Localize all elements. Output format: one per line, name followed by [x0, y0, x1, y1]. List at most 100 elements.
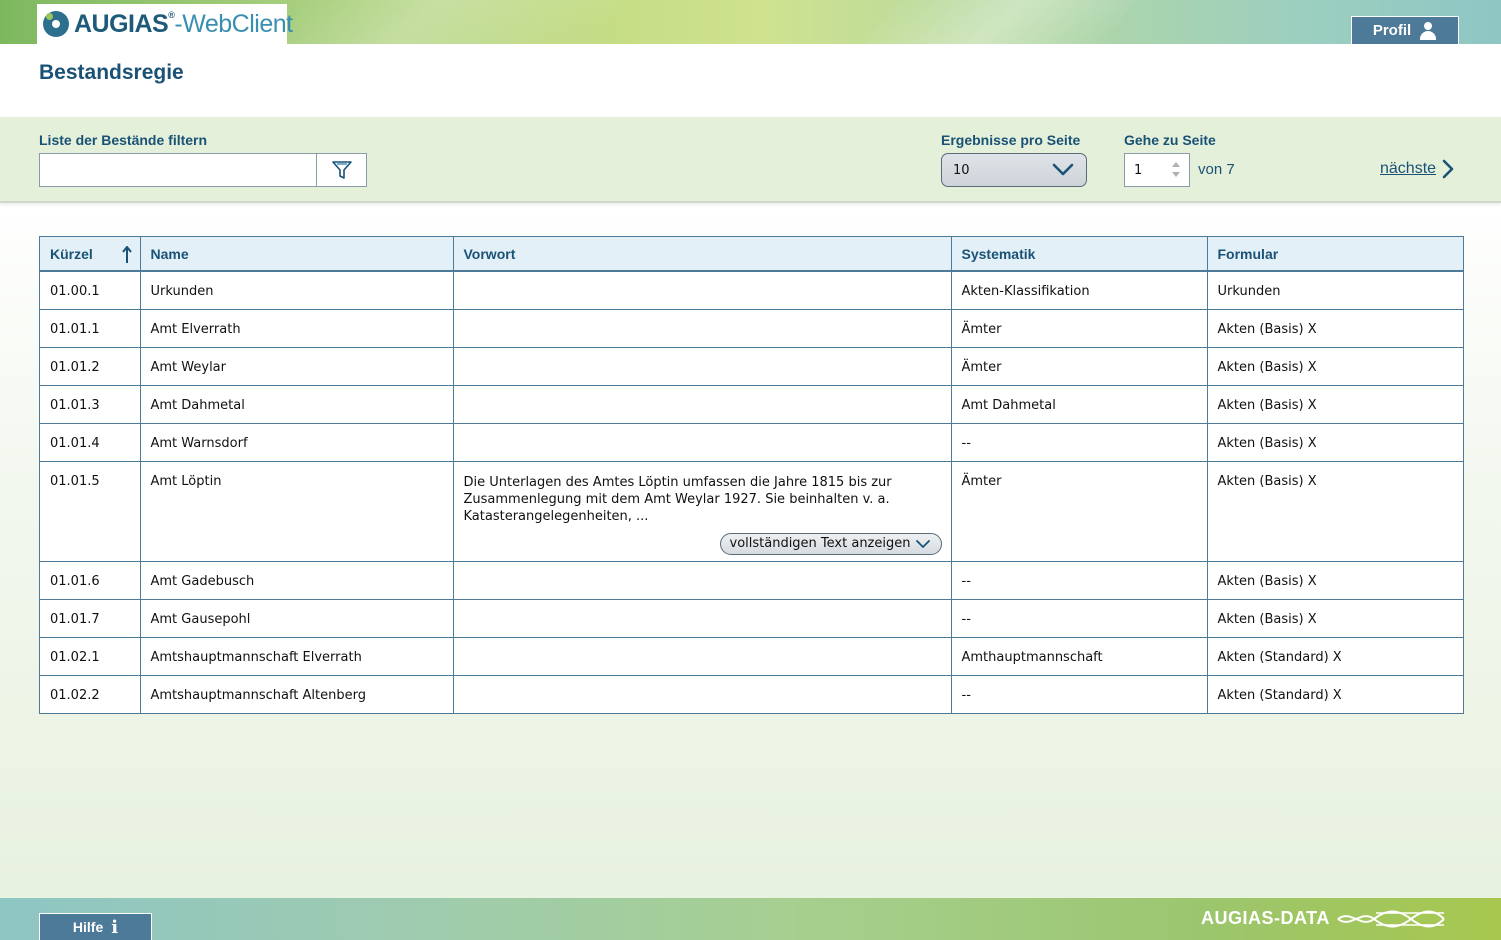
cell-name[interactable]: Amt Elverrath: [140, 309, 454, 348]
cell-kuerzel: 01.01.7: [40, 599, 141, 638]
table-row[interactable]: 01.01.2 Amt Weylar Ämter Akten (Basis) X: [40, 347, 1463, 386]
banner-decoration: [864, 0, 1136, 44]
cell-systematik: Amthauptmannschaft: [951, 637, 1208, 676]
page-title: Bestandsregie: [39, 61, 184, 84]
cell-vorwort: [453, 637, 952, 676]
chevron-right-icon: [1442, 159, 1454, 179]
table-row[interactable]: 01.02.2 Amtshauptmannschaft Altenberg --…: [40, 675, 1463, 713]
banner-decoration: [274, 0, 626, 44]
footer-brand-logo: AUGIAS-DATA: [1201, 908, 1446, 929]
table-row[interactable]: 01.01.4 Amt Warnsdorf -- Akten (Basis) X: [40, 423, 1463, 462]
footer-bar: Hilfe i AUGIAS-DATA: [0, 898, 1501, 940]
info-icon: i: [111, 916, 119, 938]
cell-formular: Akten (Basis) X: [1207, 347, 1463, 386]
cell-name[interactable]: Amtshauptmannschaft Elverrath: [140, 637, 454, 676]
show-full-text-label: vollständigen Text anzeigen: [729, 536, 911, 551]
cell-formular: Akten (Basis) X: [1207, 423, 1463, 462]
help-button[interactable]: Hilfe i: [39, 913, 152, 940]
table-row[interactable]: 01.01.3 Amt Dahmetal Amt Dahmetal Akten …: [40, 385, 1463, 424]
cell-name[interactable]: Amt Löptin: [140, 461, 454, 562]
cell-formular: Akten (Basis) X: [1207, 385, 1463, 424]
bestand-table: Kürzel Name Vorwort Systematik Formular …: [39, 236, 1464, 714]
filter-button[interactable]: [316, 153, 367, 187]
user-icon: [1419, 21, 1437, 40]
cell-vorwort: [453, 309, 952, 348]
cell-systematik: --: [951, 675, 1208, 713]
cell-kuerzel: 01.01.3: [40, 385, 141, 424]
footer-brand-text: AUGIAS-DATA: [1201, 908, 1330, 928]
cell-kuerzel: 01.02.2: [40, 675, 141, 713]
help-label: Hilfe: [72, 919, 104, 935]
cell-systematik: Amt Dahmetal: [951, 385, 1208, 424]
results-per-page-select[interactable]: 10: [941, 153, 1087, 187]
cell-vorwort: [453, 599, 952, 638]
cell-name[interactable]: Amtshauptmannschaft Altenberg: [140, 675, 454, 713]
sort-ascending-icon[interactable]: [121, 246, 132, 264]
cell-vorwort: Die Unterlagen des Amtes Löptin umfassen…: [453, 461, 952, 562]
chevron-down-icon: [916, 539, 931, 548]
cell-systematik: Ämter: [951, 461, 1208, 562]
chevron-down-icon: [1052, 163, 1074, 176]
results-per-page-value: 10: [953, 162, 970, 178]
column-header-name[interactable]: Name: [140, 237, 454, 272]
cell-formular: Akten (Basis) X: [1207, 599, 1463, 638]
page-number-value: 1: [1134, 162, 1143, 178]
cell-name[interactable]: Amt Warnsdorf: [140, 423, 454, 462]
cell-vorwort: [453, 423, 952, 462]
filter-icon: [331, 161, 352, 179]
logo-text: AUGIAS®-WebClient: [74, 9, 293, 38]
column-header-formular[interactable]: Formular: [1207, 237, 1463, 272]
cell-vorwort: [453, 561, 952, 600]
next-page-link[interactable]: nächste: [1380, 159, 1454, 179]
page-spinner[interactable]: [1171, 162, 1181, 178]
filter-label: Liste der Bestände filtern: [39, 132, 208, 148]
cell-kuerzel: 01.01.6: [40, 561, 141, 600]
cell-formular: Akten (Basis) X: [1207, 561, 1463, 600]
column-header-vorwort[interactable]: Vorwort: [453, 237, 952, 272]
cell-formular: Akten (Basis) X: [1207, 309, 1463, 348]
cell-name[interactable]: Amt Dahmetal: [140, 385, 454, 424]
cell-kuerzel: 01.01.1: [40, 309, 141, 348]
app-logo[interactable]: AUGIAS®-WebClient: [37, 4, 293, 44]
cell-vorwort: [453, 385, 952, 424]
results-per-page-label: Ergebnisse pro Seite: [941, 132, 1081, 148]
page-number-input[interactable]: 1: [1124, 153, 1190, 187]
column-header-systematik[interactable]: Systematik: [951, 237, 1208, 272]
cell-formular: Akten (Standard) X: [1217, 687, 1342, 703]
cell-name[interactable]: Urkunden: [140, 271, 454, 310]
cell-kuerzel: 01.01.2: [40, 347, 141, 386]
cell-name[interactable]: Amt Gadebusch: [140, 561, 454, 600]
cell-formular: Akten (Standard) X: [1207, 637, 1463, 676]
profile-button[interactable]: Profil: [1351, 16, 1459, 44]
cell-name[interactable]: Amt Weylar: [140, 347, 454, 386]
cell-systematik: Ämter: [951, 309, 1208, 348]
table-row[interactable]: 01.00.1 Urkunden Akten-Klassifikation Ur…: [40, 271, 1463, 310]
cell-systematik: --: [951, 561, 1208, 600]
table-header-row: Kürzel Name Vorwort Systematik Formular: [40, 237, 1463, 272]
top-banner: AUGIAS®-WebClient Profil: [0, 0, 1501, 44]
wave-logo-icon: [1337, 910, 1445, 927]
table-row[interactable]: 01.02.1 Amtshauptmannschaft Elverrath Am…: [40, 637, 1463, 676]
next-page-label: nächste: [1380, 160, 1437, 177]
cell-formular: Akten (Basis) X: [1207, 461, 1463, 562]
show-full-text-button[interactable]: vollständigen Text anzeigen: [719, 532, 942, 555]
cell-vorwort: [453, 271, 952, 310]
column-header-kuerzel[interactable]: Kürzel: [40, 237, 141, 272]
cell-systematik: --: [951, 423, 1208, 462]
goto-page-label: Gehe zu Seite: [1124, 132, 1216, 148]
cell-systematik: Akten-Klassifikation: [951, 271, 1208, 310]
table-row[interactable]: 01.01.1 Amt Elverrath Ämter Akten (Basis…: [40, 309, 1463, 348]
table-row[interactable]: 01.01.6 Amt Gadebusch -- Akten (Basis) X: [40, 561, 1463, 600]
filter-input[interactable]: [39, 153, 317, 187]
filter-bar: Liste der Bestände filtern Ergebnisse pr…: [0, 117, 1501, 203]
page-total: von 7: [1198, 161, 1235, 178]
cell-name[interactable]: Amt Gausepohl: [140, 599, 454, 638]
cell-kuerzel: 01.00.1: [40, 271, 141, 310]
cell-vorwort: [453, 675, 952, 713]
cell-formular: Urkunden: [1207, 271, 1463, 310]
cell-vorwort: [453, 347, 952, 386]
cell-systematik: --: [951, 599, 1208, 638]
cell-kuerzel: 01.01.5: [40, 461, 141, 562]
table-row[interactable]: 01.01.5 Amt Löptin Die Unterlagen des Am…: [40, 461, 1463, 562]
table-row[interactable]: 01.01.7 Amt Gausepohl -- Akten (Basis) X: [40, 599, 1463, 638]
